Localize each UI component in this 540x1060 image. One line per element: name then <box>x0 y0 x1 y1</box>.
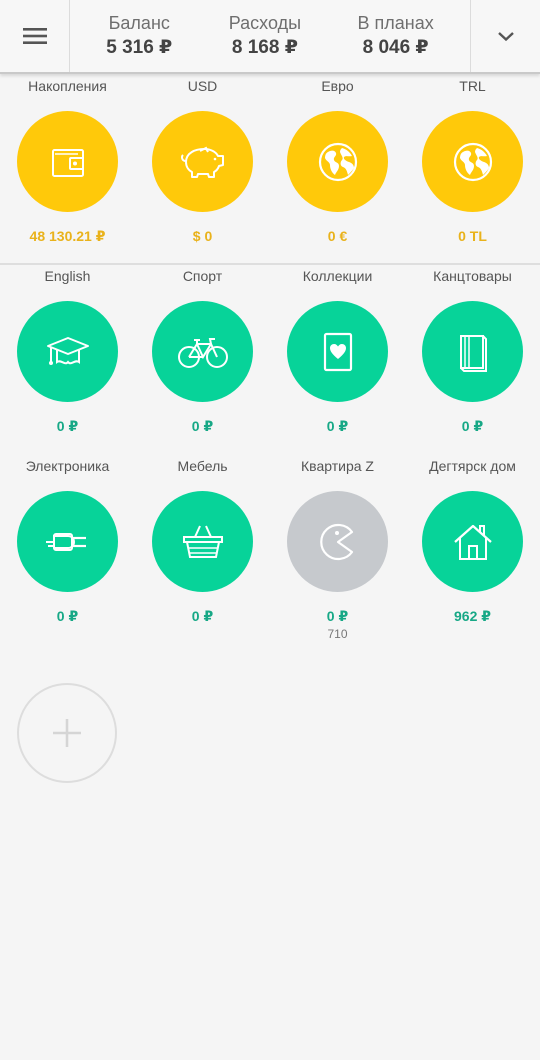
category-title: Мебель <box>177 458 228 474</box>
account-item[interactable]: USD $ 0 <box>135 74 270 264</box>
account-circle[interactable] <box>17 111 118 212</box>
category-title: English <box>44 268 91 284</box>
category-amount: 0 ₽ <box>56 608 79 624</box>
account-title: USD <box>187 78 218 94</box>
category-item[interactable]: Электроника 0 ₽ <box>0 454 135 644</box>
account-title: Евро <box>321 78 354 94</box>
category-amount: 0 ₽ <box>56 418 79 434</box>
accounts-section: Накопления 48 130.21 ₽ USD $ 0 Евро 0 € … <box>0 74 540 264</box>
category-item[interactable]: Коллекции 0 ₽ <box>270 264 405 454</box>
graduation-cap-icon <box>46 336 89 365</box>
house-icon <box>453 524 492 560</box>
category-circle[interactable] <box>422 491 523 592</box>
pacman-icon <box>319 523 353 560</box>
summary-balance[interactable]: Баланс 5 316 ₽ <box>106 12 172 60</box>
account-amount: 0 TL <box>458 228 487 244</box>
account-circle[interactable] <box>287 111 388 212</box>
account-item[interactable]: TRL 0 TL <box>405 74 540 264</box>
summary-label: В планах <box>357 13 434 33</box>
account-title: TRL <box>459 78 486 94</box>
summary-planned[interactable]: В планах 8 046 ₽ <box>358 12 434 60</box>
category-title: Спорт <box>182 268 223 284</box>
category-amount: 0 ₽ <box>191 418 214 434</box>
category-title: Дегтярск дом <box>429 458 516 474</box>
playing-card-icon <box>323 332 352 371</box>
category-title: Коллекции <box>302 268 373 284</box>
top-summary-bar: Баланс 5 316 ₽ Расходы 8 168 ₽ В планах … <box>0 0 540 74</box>
add-category-button[interactable] <box>17 683 117 783</box>
summary-label: Баланс <box>108 13 170 33</box>
category-circle[interactable] <box>17 301 118 402</box>
basket-icon <box>182 525 223 558</box>
chevron-down-icon <box>497 32 514 42</box>
globe-icon <box>453 142 492 181</box>
category-circle[interactable] <box>17 491 118 592</box>
summary-value: 5 316 ₽ <box>106 37 173 58</box>
summary-value: 8 168 ₽ <box>231 37 298 58</box>
account-item[interactable]: Евро 0 € <box>270 74 405 264</box>
account-title: Накопления <box>28 78 107 94</box>
category-circle[interactable] <box>152 491 253 592</box>
summary-totals: Баланс 5 316 ₽ Расходы 8 168 ₽ В планах … <box>70 0 470 72</box>
summary-value: 8 046 ₽ <box>362 37 429 58</box>
category-item[interactable]: Канцтовары 0 ₽ <box>405 264 540 454</box>
menu-button[interactable] <box>0 0 70 72</box>
category-title: Канцтовары <box>433 268 512 284</box>
summary-label: Расходы <box>228 13 302 33</box>
plug-icon <box>45 532 86 551</box>
category-circle[interactable] <box>287 491 388 592</box>
account-circle[interactable] <box>422 111 523 212</box>
account-amount: 0 € <box>327 228 348 244</box>
category-circle[interactable] <box>422 301 523 402</box>
summary-expenses[interactable]: Расходы 8 168 ₽ <box>229 12 301 60</box>
category-circle[interactable] <box>287 301 388 402</box>
category-title: Электроника <box>25 458 110 474</box>
category-item[interactable]: Спорт 0 ₽ <box>135 264 270 454</box>
category-amount: 0 ₽ <box>326 418 349 434</box>
category-item[interactable]: Квартира Z 0 ₽ 710 <box>270 454 405 644</box>
category-circle[interactable] <box>152 301 253 402</box>
account-amount: $ 0 <box>192 228 213 244</box>
account-amount: 48 130.21 ₽ <box>29 228 106 244</box>
category-amount: 0 ₽ <box>191 608 214 624</box>
expand-button[interactable] <box>470 0 540 72</box>
category-title: Квартира Z <box>301 458 374 474</box>
bicycle-icon <box>177 337 228 368</box>
account-item[interactable]: Накопления 48 130.21 ₽ <box>0 74 135 264</box>
category-sub-amount: 710 <box>327 627 348 641</box>
category-amount: 0 ₽ <box>461 418 484 434</box>
category-item[interactable]: Дегтярск дом 962 ₽ <box>405 454 540 644</box>
category-item[interactable]: Мебель 0 ₽ <box>135 454 270 644</box>
category-amount: 0 ₽ <box>326 608 349 624</box>
globe-icon <box>318 142 357 181</box>
account-circle[interactable] <box>152 111 253 212</box>
category-amount: 962 ₽ <box>454 608 491 624</box>
piggy-bank-icon <box>180 146 224 178</box>
wallet-icon <box>51 148 84 177</box>
plus-icon <box>53 719 81 747</box>
categories-section: English 0 ₽ Спорт 0 ₽ Коллекции 0 ₽ Канц… <box>0 264 540 644</box>
hamburger-menu-icon <box>22 28 47 44</box>
books-icon <box>459 334 487 372</box>
category-item[interactable]: English 0 ₽ <box>0 264 135 454</box>
